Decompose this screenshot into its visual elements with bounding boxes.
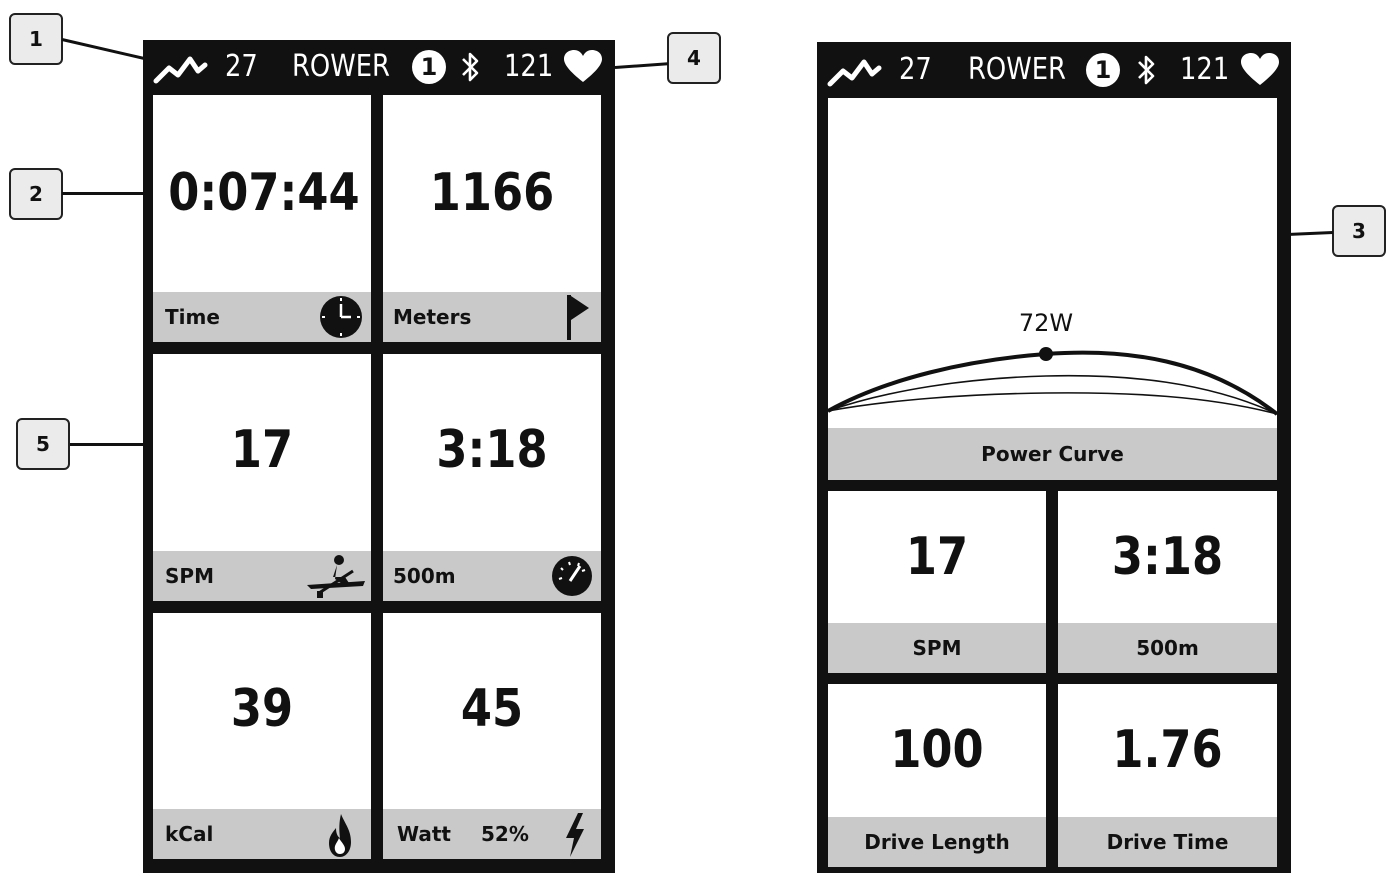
time-label-bar: Time bbox=[153, 292, 371, 342]
drive-time-label-bar: Drive Time bbox=[1058, 817, 1277, 867]
spm-label-bar: SPM bbox=[828, 623, 1046, 673]
kcal-value: 39 bbox=[230, 679, 294, 739]
tile-meters[interactable]: 1166 Meters bbox=[383, 95, 601, 342]
callout-2: 2 bbox=[9, 168, 63, 220]
split-label: 500m bbox=[393, 564, 456, 588]
rower-screen-power: 27 ROWER 1 121 72W Power Curve 17 SPM 3:… bbox=[817, 42, 1291, 873]
power-peak-label: 72W bbox=[1018, 309, 1074, 337]
speedometer-icon bbox=[552, 556, 592, 596]
drive-time-label: Drive Time bbox=[1106, 830, 1229, 854]
clock-icon bbox=[320, 296, 362, 338]
meters-label-bar: Meters bbox=[383, 292, 601, 342]
spm-label: SPM bbox=[912, 636, 962, 660]
mode-label: ROWER bbox=[292, 49, 390, 84]
device-number-badge: 1 bbox=[1086, 52, 1120, 87]
watt-value: 45 bbox=[460, 679, 524, 739]
kcal-label: kCal bbox=[165, 822, 214, 846]
time-label: Time bbox=[165, 305, 220, 329]
watt-percent: 52% bbox=[481, 822, 529, 846]
trend-value: 27 bbox=[225, 49, 258, 84]
power-curve-graph bbox=[828, 347, 1277, 416]
drive-length-label: Drive Length bbox=[864, 830, 1010, 854]
status-bar-2: 27 ROWER 1 121 bbox=[817, 42, 1291, 97]
meters-value: 1166 bbox=[429, 163, 555, 223]
time-value: 0:07:44 bbox=[168, 163, 360, 223]
rower-icon bbox=[307, 555, 365, 598]
bluetooth-icon bbox=[1135, 42, 1157, 97]
heart-rate-value: 121 bbox=[1180, 52, 1230, 87]
meters-label: Meters bbox=[393, 305, 472, 329]
spm-label-bar: SPM bbox=[153, 551, 371, 601]
lightning-icon bbox=[566, 813, 584, 857]
tile-spm-2[interactable]: 17 SPM bbox=[828, 491, 1046, 673]
trend-line-icon bbox=[827, 42, 883, 97]
flag-icon bbox=[567, 295, 589, 340]
drive-length-label-bar: Drive Length bbox=[828, 817, 1046, 867]
split-label-bar: 500m bbox=[383, 551, 601, 601]
tile-500m[interactable]: 3:18 500m bbox=[383, 354, 601, 601]
trend-line-icon bbox=[153, 40, 209, 93]
split-label: 500m bbox=[1136, 636, 1199, 660]
split-value: 3:18 bbox=[1111, 527, 1224, 587]
power-curve-label-bar: Power Curve bbox=[828, 428, 1277, 480]
drive-length-value: 100 bbox=[890, 720, 984, 780]
callout-3: 3 bbox=[1332, 205, 1386, 257]
split-value: 3:18 bbox=[436, 420, 548, 480]
power-curve-label: Power Curve bbox=[981, 442, 1124, 466]
tile-drive-length[interactable]: 100 Drive Length bbox=[828, 684, 1046, 867]
heart-icon bbox=[563, 40, 603, 93]
mode-label: ROWER bbox=[968, 52, 1066, 87]
power-curve-panel[interactable]: 72W Power Curve bbox=[828, 98, 1277, 480]
callout-4: 4 bbox=[667, 32, 721, 84]
spm-value: 17 bbox=[905, 527, 969, 587]
watt-label-bar: Watt 52% bbox=[383, 809, 601, 859]
tile-500m-2[interactable]: 3:18 500m bbox=[1058, 491, 1277, 673]
spm-label: SPM bbox=[165, 564, 214, 588]
kcal-label-bar: kCal bbox=[153, 809, 371, 859]
split-label-bar: 500m bbox=[1058, 623, 1277, 673]
watt-label: Watt bbox=[397, 822, 451, 846]
rower-screen-main: 27 ROWER 1 121 0:07:44 Time 1166 Meters bbox=[143, 40, 615, 873]
flame-icon bbox=[329, 814, 351, 857]
spm-value: 17 bbox=[230, 420, 294, 480]
callout-1-leader bbox=[61, 38, 151, 62]
drive-time-value: 1.76 bbox=[1112, 720, 1223, 780]
tile-time[interactable]: 0:07:44 Time bbox=[153, 95, 371, 342]
heart-rate-value: 121 bbox=[504, 49, 554, 84]
tile-spm[interactable]: 17 SPM bbox=[153, 354, 371, 601]
callout-5: 5 bbox=[16, 418, 70, 470]
callout-4-leader bbox=[614, 62, 668, 69]
tile-drive-time[interactable]: 1.76 Drive Time bbox=[1058, 684, 1277, 867]
callout-1: 1 bbox=[9, 13, 63, 65]
status-bar: 27 ROWER 1 121 bbox=[143, 40, 615, 93]
tile-kcal[interactable]: 39 kCal bbox=[153, 613, 371, 859]
bluetooth-icon bbox=[459, 40, 481, 93]
heart-icon bbox=[1240, 42, 1280, 97]
tile-watt[interactable]: 45 Watt 52% bbox=[383, 613, 601, 859]
device-number-badge: 1 bbox=[412, 49, 446, 84]
trend-value: 27 bbox=[899, 52, 932, 87]
